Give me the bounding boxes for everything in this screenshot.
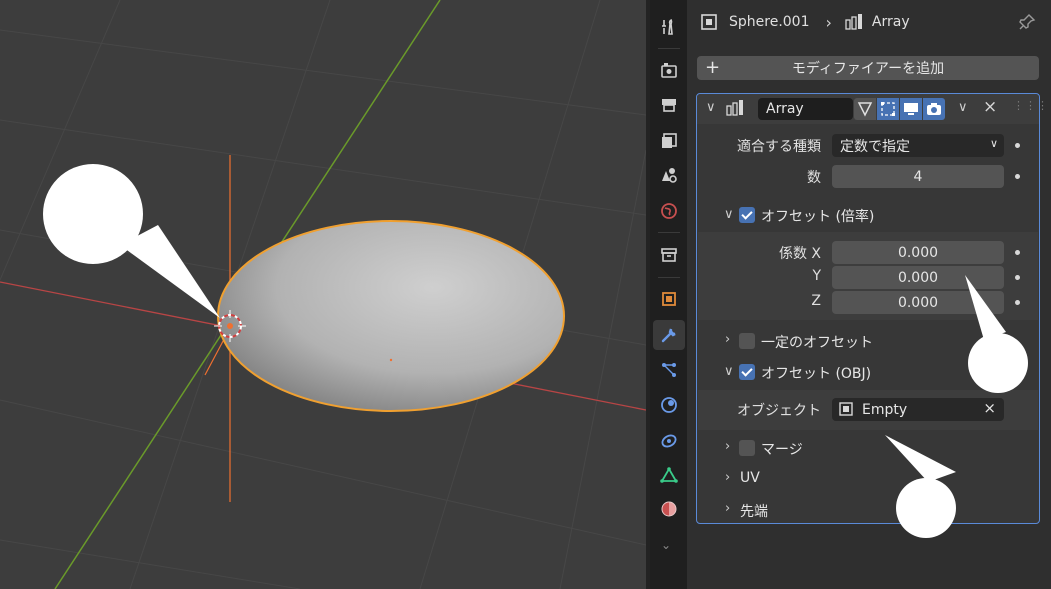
animate-property-dot[interactable] [1015, 250, 1020, 255]
pin-icon[interactable] [1017, 12, 1037, 32]
plus-icon: + [705, 57, 721, 78]
object-icon [699, 12, 719, 32]
constant-offset-checkbox[interactable] [739, 333, 755, 349]
edit-mode-cage-icon[interactable] [854, 98, 876, 120]
object-offset-chevron-icon[interactable]: ∨ [724, 364, 734, 379]
breadcrumb-modifier-name: Array [871, 14, 910, 30]
object-offset-title: オフセット (OBJ) [761, 366, 872, 382]
count-label: 数 [807, 170, 821, 186]
fit-type-value: 定数で指定 [840, 138, 910, 155]
relative-offset-checkbox[interactable] [739, 207, 755, 223]
world-icon[interactable] [653, 196, 685, 226]
modifier-name-field[interactable]: Array [758, 98, 853, 120]
empty-object-icon [838, 401, 854, 421]
tabs-scroll-down-icon[interactable]: ⌄ [661, 538, 671, 552]
breadcrumb-object-name: Sphere.001 [729, 14, 810, 30]
sphere-object [217, 220, 565, 412]
modifier-icon[interactable] [653, 320, 685, 350]
merge-title: マージ [761, 442, 803, 458]
callout-bubbles-right [885, 275, 1028, 538]
fit-type-label: 適合する種類 [737, 139, 821, 155]
render-icon[interactable] [653, 55, 685, 85]
edit-mode-icon[interactable] [877, 98, 899, 120]
chevron-down-icon: ∨ [989, 137, 998, 150]
relative-offset-chevron-icon[interactable]: ∨ [724, 207, 734, 222]
merge-checkbox[interactable] [739, 440, 755, 456]
animate-property-dot[interactable] [1015, 143, 1020, 148]
scene-icon[interactable] [653, 160, 685, 190]
object-icon[interactable] [653, 284, 685, 314]
realtime-display-icon[interactable] [900, 98, 922, 120]
callout-bubble-left [43, 164, 220, 318]
factor-x-field[interactable]: 0.000 [832, 241, 1004, 264]
factor-z-label: Z [811, 293, 821, 309]
physics-icon[interactable] [653, 390, 685, 420]
add-modifier-button[interactable]: + モディファイアーを追加 [697, 56, 1039, 80]
render-camera-icon[interactable] [923, 98, 945, 120]
output-icon[interactable] [653, 90, 685, 120]
drag-handle-icon[interactable]: ⋮⋮⋮ [1013, 99, 1049, 112]
particles-icon[interactable] [653, 355, 685, 385]
chevron-right-icon: › [825, 12, 832, 32]
tool-icon[interactable] [653, 12, 685, 42]
caps-title[interactable]: 先端 [740, 501, 768, 521]
breadcrumb: Sphere.001 › Array [687, 0, 1051, 44]
modifier-menu-chevron-icon[interactable]: ∨ [958, 100, 968, 115]
object-label: オブジェクト [737, 403, 821, 419]
add-modifier-label: モディファイアーを追加 [791, 61, 945, 77]
collapse-chevron-icon[interactable]: ∨ [706, 100, 716, 115]
collection-icon[interactable] [653, 240, 685, 270]
relative-offset-title: オフセット (倍率) [761, 209, 875, 225]
view-layer-icon[interactable] [653, 126, 685, 156]
properties-tab-bar: ⌄ [650, 0, 687, 589]
count-field[interactable]: 4 [832, 165, 1004, 188]
3d-viewport[interactable] [0, 0, 646, 589]
data-icon[interactable] [653, 460, 685, 490]
factor-x-label: 係数 X [778, 246, 821, 262]
array-modifier-icon [725, 99, 745, 121]
factor-y-label: Y [812, 268, 821, 284]
animate-property-dot[interactable] [1015, 174, 1020, 179]
array-modifier-icon [844, 12, 864, 32]
uv-chevron-icon[interactable]: › [725, 470, 730, 485]
material-icon[interactable] [653, 494, 685, 524]
caps-chevron-icon[interactable]: › [725, 501, 730, 516]
uv-title[interactable]: UV [740, 470, 760, 486]
merge-chevron-icon[interactable]: › [725, 439, 730, 454]
constant-offset-chevron-icon[interactable]: › [725, 332, 730, 347]
constant-offset-title: 一定のオフセット [761, 335, 873, 351]
viewport-canvas [0, 0, 646, 589]
remove-modifier-close-icon[interactable]: × [983, 97, 997, 117]
object-offset-checkbox[interactable] [739, 364, 755, 380]
constraints-icon[interactable] [653, 425, 685, 455]
fit-type-dropdown[interactable]: 定数で指定 ∨ [832, 134, 1004, 157]
